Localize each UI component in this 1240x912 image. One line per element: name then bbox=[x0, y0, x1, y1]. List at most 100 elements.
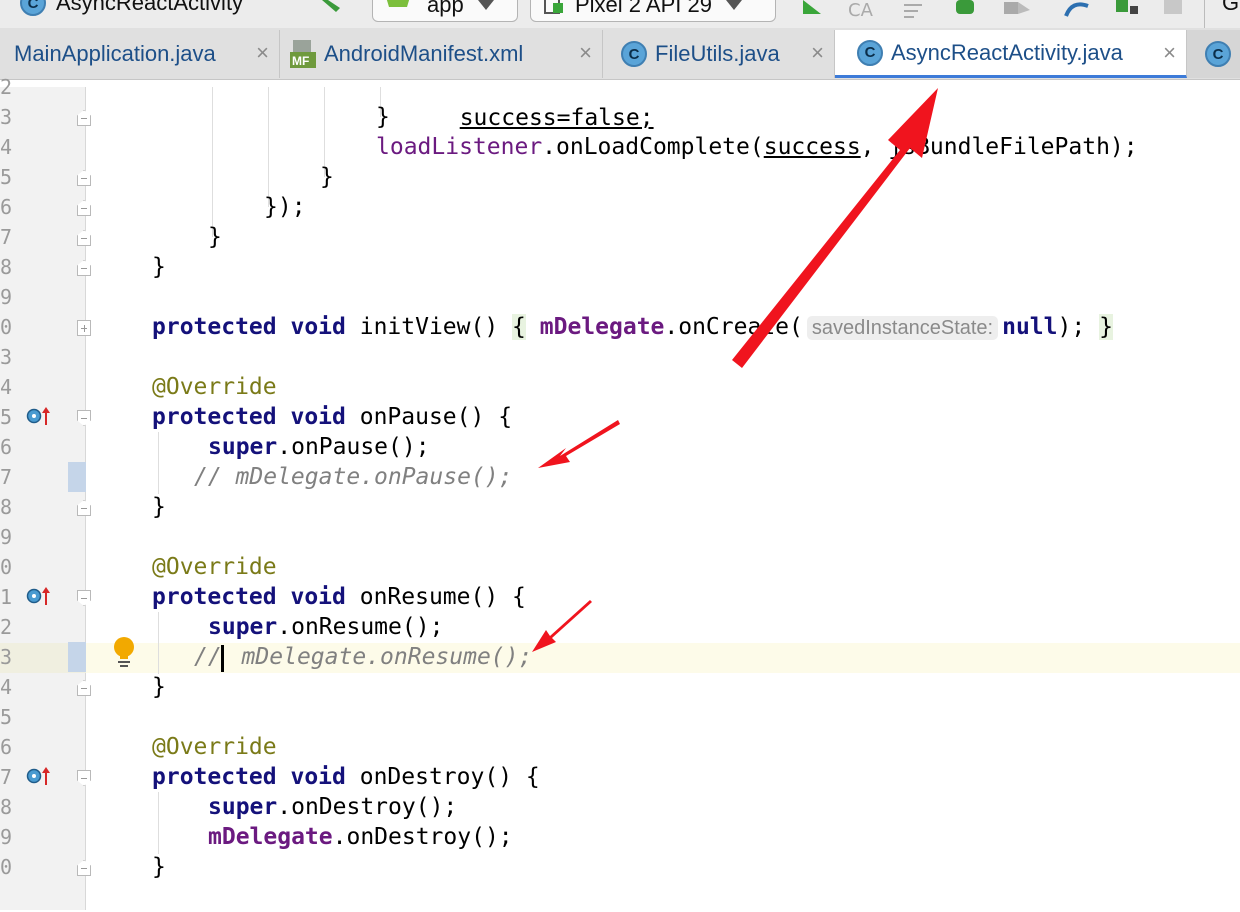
toolbar-divider bbox=[1204, 0, 1205, 28]
vcs-change-marker[interactable] bbox=[68, 462, 86, 492]
code-text: } bbox=[320, 164, 334, 190]
code-line[interactable]: success=false; bbox=[432, 73, 654, 131]
close-icon[interactable]: × bbox=[579, 40, 592, 66]
tab-async-react-activity[interactable]: C AsyncReactActivity.java × bbox=[835, 30, 1187, 78]
code-field: mDelegate bbox=[208, 824, 333, 850]
sync-icon[interactable] bbox=[1110, 0, 1142, 18]
code-line[interactable]: } bbox=[152, 672, 166, 702]
apply-changes-icon[interactable]: CA bbox=[846, 0, 876, 18]
annotation[interactable]: @Override bbox=[152, 732, 277, 762]
stop-icon[interactable] bbox=[1162, 0, 1186, 16]
line-number: 5 bbox=[0, 705, 13, 729]
keyword: protected bbox=[152, 404, 277, 430]
code-call: .onLoadComplete( bbox=[542, 134, 764, 160]
device-selector[interactable]: Pixel 2 API 29 bbox=[530, 0, 776, 22]
tab-main-application[interactable]: MainApplication.java × bbox=[0, 30, 280, 78]
code-line[interactable]: } bbox=[152, 852, 166, 882]
code-field: mDelegate bbox=[539, 314, 665, 340]
code-line-init-view[interactable]: protected void initView() { mDelegate.on… bbox=[152, 312, 1113, 342]
close-icon[interactable]: × bbox=[811, 40, 824, 66]
manifest-icon-text: MF bbox=[292, 54, 309, 68]
red-arrow-to-onpause-comment bbox=[538, 420, 620, 468]
class-icon: C bbox=[1205, 41, 1231, 67]
device-label: Pixel 2 API 29 bbox=[575, 0, 712, 17]
tab-overflow[interactable]: C bbox=[1187, 30, 1240, 78]
tab-label: AsyncReactActivity.java bbox=[891, 39, 1123, 65]
code-call: .onResume(); bbox=[277, 614, 444, 640]
code-line-on-destroy[interactable]: protected void onDestroy() { bbox=[152, 762, 540, 792]
keyword: void bbox=[290, 764, 346, 790]
text-caret bbox=[221, 645, 224, 672]
code-signature: initView() bbox=[345, 314, 513, 340]
line-number: 0 bbox=[0, 555, 13, 579]
folded-brace[interactable]: } bbox=[1099, 314, 1113, 340]
comment-slashes: // bbox=[194, 644, 222, 670]
folded-brace[interactable]: { bbox=[512, 314, 526, 340]
debug-icon[interactable] bbox=[952, 0, 980, 18]
main-toolbar: C AsyncReactActivity app Pixel 2 API 29 … bbox=[0, 0, 1240, 28]
override-method-icon[interactable] bbox=[26, 405, 52, 427]
line-number: 7 bbox=[0, 465, 13, 489]
code-line[interactable]: } bbox=[152, 252, 166, 282]
code-object: loadListener bbox=[376, 134, 543, 160]
override-method-icon[interactable] bbox=[26, 765, 52, 787]
code-comment[interactable]: // mDelegate.onPause(); bbox=[194, 462, 513, 492]
code-line[interactable]: }); bbox=[264, 192, 306, 222]
code-text: }); bbox=[264, 194, 306, 220]
attach-debugger-icon[interactable] bbox=[1062, 0, 1092, 18]
keyword: super bbox=[208, 434, 278, 460]
override-method-icon[interactable] bbox=[26, 585, 52, 607]
code-line[interactable]: loadListener.onLoadComplete(success, jsB… bbox=[376, 132, 1138, 162]
code-line-on-resume[interactable]: protected void onResume() { bbox=[152, 582, 526, 612]
line-number: 3 bbox=[0, 105, 13, 129]
code-call: .onPause(); bbox=[277, 434, 430, 460]
run-icon[interactable] bbox=[800, 0, 824, 16]
code-signature: onResume() { bbox=[345, 584, 526, 610]
class-icon: C bbox=[621, 41, 647, 67]
code-text: success=false; bbox=[459, 105, 654, 131]
close-icon[interactable]: × bbox=[1163, 40, 1176, 66]
code-line[interactable]: super.onDestroy(); bbox=[208, 792, 457, 822]
vcs-change-marker[interactable] bbox=[68, 642, 86, 672]
code-line[interactable]: } bbox=[320, 162, 334, 192]
code-line[interactable]: } bbox=[208, 222, 222, 252]
code-call: .onDestroy(); bbox=[277, 794, 458, 820]
indent-guide bbox=[158, 792, 159, 854]
annotation[interactable]: @Override bbox=[152, 372, 277, 402]
code-signature: onDestroy() { bbox=[345, 764, 540, 790]
code-text: } bbox=[152, 254, 166, 280]
close-icon[interactable]: × bbox=[256, 40, 269, 66]
module-selector[interactable]: app bbox=[372, 0, 518, 22]
profile-icon[interactable] bbox=[1002, 0, 1034, 18]
keyword: void bbox=[290, 314, 346, 340]
toolbar-overflow-label: G bbox=[1222, 0, 1240, 15]
line-number: 9 bbox=[0, 825, 13, 849]
line-number: 7 bbox=[0, 765, 13, 789]
code-comment-current[interactable]: // mDelegate.onResume(); bbox=[194, 642, 532, 672]
tab-android-manifest[interactable]: MF AndroidManifest.xml × bbox=[280, 30, 603, 78]
code-line[interactable]: } bbox=[376, 102, 390, 132]
line-number bbox=[0, 882, 14, 912]
code-line[interactable]: super.onResume(); bbox=[208, 612, 443, 642]
code-line[interactable]: super.onPause(); bbox=[208, 432, 430, 462]
fold-expand-icon[interactable] bbox=[77, 320, 91, 336]
apply-code-changes-icon[interactable] bbox=[902, 0, 932, 18]
lightbulb-icon[interactable] bbox=[112, 637, 136, 669]
line-number: 4 bbox=[0, 675, 13, 699]
chevron-down-icon bbox=[477, 0, 494, 10]
hammer-build-icon[interactable] bbox=[318, 0, 350, 16]
run-config-selector[interactable]: C AsyncReactActivity bbox=[20, 0, 243, 22]
line-number: 2 bbox=[0, 75, 13, 99]
code-line[interactable]: } bbox=[152, 492, 166, 522]
line-number: 8 bbox=[0, 255, 13, 279]
tab-file-utils[interactable]: C FileUtils.java × bbox=[603, 30, 835, 78]
code-arg: success bbox=[763, 134, 861, 160]
annotation[interactable]: @Override bbox=[152, 552, 277, 582]
keyword: protected bbox=[152, 584, 277, 610]
line-number: 3 bbox=[0, 345, 13, 369]
module-label: app bbox=[427, 0, 464, 17]
code-signature: onPause() { bbox=[345, 404, 513, 430]
code-line-on-pause[interactable]: protected void onPause() { bbox=[152, 402, 512, 432]
code-line[interactable]: mDelegate.onDestroy(); bbox=[208, 822, 513, 852]
code-call: .onCreate( bbox=[664, 314, 803, 340]
